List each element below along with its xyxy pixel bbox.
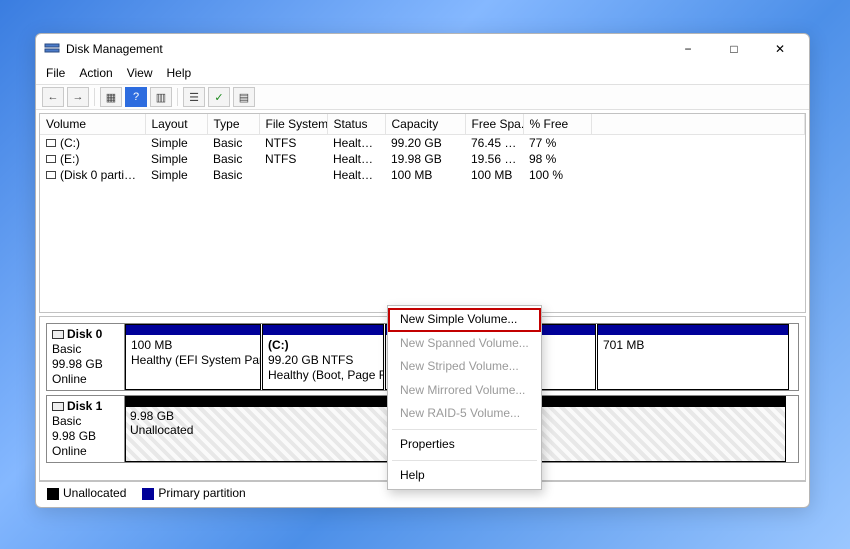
col-pctfree[interactable]: % Free: [523, 114, 591, 134]
menu-file[interactable]: File: [46, 66, 65, 80]
col-spacer: [591, 114, 805, 134]
col-layout[interactable]: Layout: [145, 114, 207, 134]
menu-new-simple-volume[interactable]: New Simple Volume...: [388, 308, 541, 332]
toolbar-extra-icon[interactable]: ▤: [233, 87, 255, 107]
col-volume[interactable]: Volume: [40, 114, 145, 134]
volume-list[interactable]: Volume Layout Type File System Status Ca…: [39, 113, 806, 313]
partition-label: 100 MBHealthy (EFI System Partition): [126, 335, 260, 371]
toolbar-list-icon[interactable]: ☰: [183, 87, 205, 107]
maximize-button[interactable]: □: [711, 34, 757, 64]
menu-separator: [392, 460, 537, 461]
toolbar-check-icon[interactable]: ✓: [208, 87, 230, 107]
partition-bar: [598, 325, 788, 335]
volume-icon: [46, 139, 56, 147]
col-capacity[interactable]: Capacity: [385, 114, 465, 134]
disk-management-icon: [44, 41, 60, 57]
col-status[interactable]: Status: [327, 114, 385, 134]
partition-bar: [263, 325, 383, 335]
primary-swatch-icon: [142, 488, 154, 500]
menu-new-striped-volume: New Striped Volume...: [388, 355, 541, 379]
disk-icon: [52, 402, 64, 411]
menu-separator: [392, 429, 537, 430]
disk-icon: [52, 330, 64, 339]
partition-bar: [126, 325, 260, 335]
partition[interactable]: 100 MBHealthy (EFI System Partition): [125, 324, 261, 390]
partition[interactable]: 701 MB: [597, 324, 789, 390]
menu-help[interactable]: Help: [388, 464, 541, 488]
col-filesystem[interactable]: File System: [259, 114, 327, 134]
context-menu: New Simple Volume... New Spanned Volume.…: [387, 305, 542, 490]
window-title: Disk Management: [66, 42, 163, 56]
toolbar-grid-icon[interactable]: ▦: [100, 87, 122, 107]
nav-forward-button[interactable]: →: [67, 87, 89, 107]
volume-icon: [46, 171, 56, 179]
col-freespace[interactable]: Free Spa...: [465, 114, 523, 134]
menu-new-raid5-volume: New RAID-5 Volume...: [388, 402, 541, 426]
toolbar-separator: [94, 88, 95, 106]
menu-help[interactable]: Help: [167, 66, 192, 80]
menu-action[interactable]: Action: [79, 66, 112, 80]
toolbar-panel-icon[interactable]: ▥: [150, 87, 172, 107]
table-row[interactable]: (C:)SimpleBasicNTFSHealthy (B...99.20 GB…: [40, 134, 805, 151]
table-row[interactable]: (E:)SimpleBasicNTFSHealthy (B...19.98 GB…: [40, 151, 805, 167]
disk-info[interactable]: Disk 0Basic99.98 GBOnline: [47, 324, 125, 390]
unallocated-swatch-icon: [47, 488, 59, 500]
toolbar: ← → ▦ ? ▥ ☰ ✓ ▤: [36, 84, 809, 110]
table-row[interactable]: (Disk 0 partition 1)SimpleBasicHealthy (…: [40, 167, 805, 183]
partition-label: 701 MB: [598, 335, 788, 356]
partition-label: (C:)99.20 GB NTFSHealthy (Boot, Page Fil…: [263, 335, 383, 386]
partition[interactable]: (C:)99.20 GB NTFSHealthy (Boot, Page Fil…: [262, 324, 384, 390]
volume-icon: [46, 155, 56, 163]
close-button[interactable]: ✕: [757, 34, 803, 64]
toolbar-separator: [177, 88, 178, 106]
menu-view[interactable]: View: [127, 66, 153, 80]
menu-properties[interactable]: Properties: [388, 433, 541, 457]
help-icon[interactable]: ?: [125, 87, 147, 107]
legend-unallocated: Unallocated: [47, 486, 126, 500]
col-type[interactable]: Type: [207, 114, 259, 134]
menu-new-mirrored-volume: New Mirrored Volume...: [388, 379, 541, 403]
menu-new-spanned-volume: New Spanned Volume...: [388, 332, 541, 356]
legend-primary: Primary partition: [142, 486, 245, 500]
menubar: File Action View Help: [36, 64, 809, 84]
nav-back-button[interactable]: ←: [42, 87, 64, 107]
volume-list-header[interactable]: Volume Layout Type File System Status Ca…: [40, 114, 805, 134]
disk-info[interactable]: Disk 1Basic9.98 GBOnline: [47, 396, 125, 462]
minimize-button[interactable]: −: [665, 34, 711, 64]
titlebar[interactable]: Disk Management − □ ✕: [36, 34, 809, 64]
